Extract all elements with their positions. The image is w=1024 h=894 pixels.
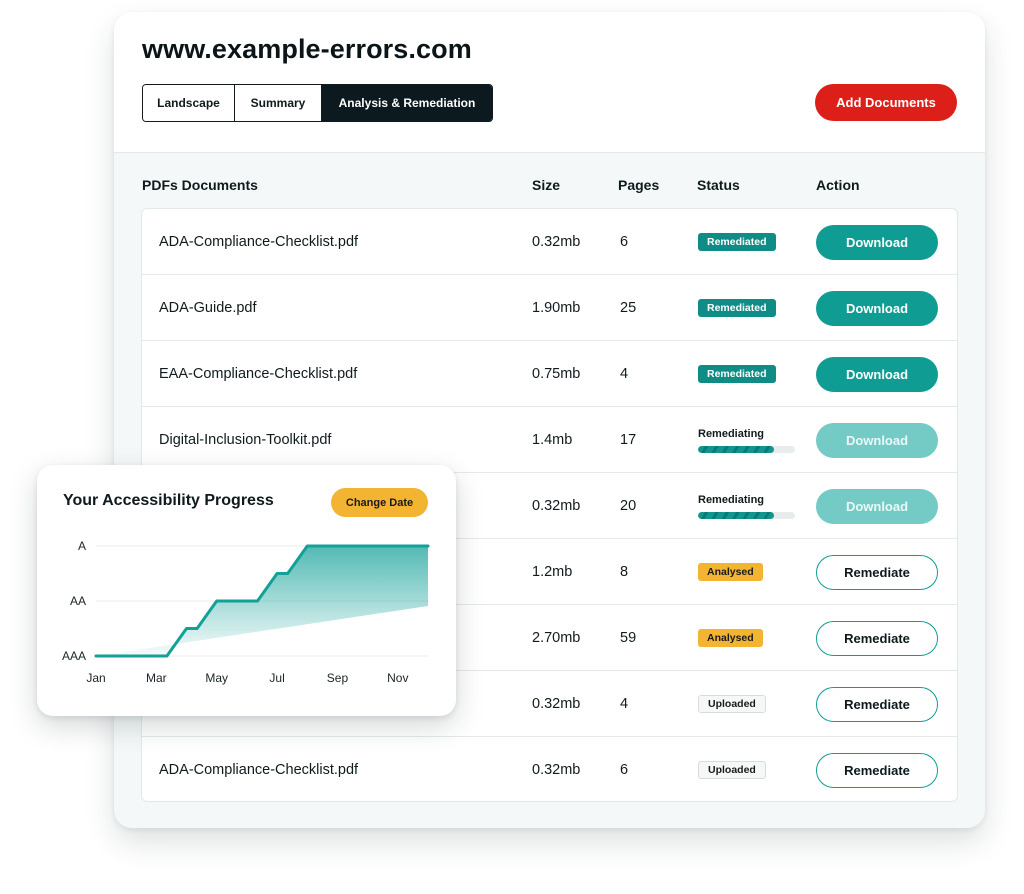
document-name: ADA-Guide.pdf [159, 300, 257, 316]
progress-bar [698, 445, 795, 453]
status-cell: Remediated [698, 209, 776, 275]
document-pages: 4 [620, 696, 629, 712]
document-pages: 4 [620, 366, 629, 382]
remediate-button[interactable]: Remediate [816, 620, 938, 656]
remediate-button[interactable]: Remediate [816, 554, 938, 590]
column-header-pages: Pages [618, 177, 660, 193]
status-cell: Remediating [698, 473, 795, 539]
download-button[interactable]: Download [816, 422, 938, 458]
document-pages: 6 [620, 234, 629, 250]
progress-fill [698, 445, 774, 453]
progress-fill [698, 511, 774, 519]
document-size: 0.32mb [532, 696, 581, 712]
status-badge: Remediated [698, 299, 776, 317]
action-cell: Remediate [816, 737, 938, 801]
status-badge: Analysed [698, 629, 763, 647]
document-pages: 59 [620, 630, 637, 646]
status-badge: Analysed [698, 563, 763, 581]
status-cell: Uploaded [698, 737, 766, 801]
progress-card-title: Your Accessibility Progress [63, 492, 274, 509]
action-cell: Download [816, 473, 938, 539]
status-badge: Remediated [698, 365, 776, 383]
table-row: ADA-Compliance-Checklist.pdf 0.32mb 6 Re… [142, 209, 957, 275]
tab-landscape[interactable]: Landscape [143, 85, 235, 121]
document-name: Digital-Inclusion-Toolkit.pdf [159, 432, 332, 448]
column-header-status: Status [697, 177, 740, 193]
status-cell: Remediated [698, 275, 776, 341]
document-size: 1.90mb [532, 300, 581, 316]
document-size: 1.4mb [532, 432, 573, 448]
action-cell: Remediate [816, 539, 938, 605]
y-tick-label: A [78, 539, 86, 553]
action-cell: Remediate [816, 605, 938, 671]
download-button[interactable]: Download [816, 290, 938, 326]
progress-label: Remediating [698, 493, 765, 506]
status-cell: Analysed [698, 539, 763, 605]
download-button[interactable]: Download [816, 224, 938, 260]
table-row: EAA-Compliance-Checklist.pdf 0.75mb 4 Re… [142, 341, 957, 407]
action-cell: Download [816, 209, 938, 275]
x-tick-label: Mar [146, 671, 167, 685]
status-badge: Uploaded [698, 695, 766, 713]
column-header-action: Action [816, 177, 860, 193]
action-cell: Download [816, 275, 938, 341]
progress-bar [698, 511, 795, 519]
document-name: ADA-Compliance-Checklist.pdf [159, 234, 359, 250]
x-tick-label: Sep [327, 671, 349, 685]
change-date-button[interactable]: Change Date [331, 488, 428, 517]
document-size: 0.32mb [532, 234, 581, 250]
panel-header: www.example-errors.com Landscape Summary… [114, 12, 985, 153]
x-tick-label: Jul [269, 671, 284, 685]
x-tick-label: Jan [86, 671, 105, 685]
document-name: EAA-Compliance-Checklist.pdf [159, 366, 358, 382]
document-size: 2.70mb [532, 630, 581, 646]
remediating-progress: Remediating [698, 428, 795, 453]
column-header-documents: PDFs Documents [142, 177, 258, 193]
action-cell: Remediate [816, 671, 938, 737]
accessibility-progress-card: AAA AA A Jan Mar May Jul Sep Nov Your Accessibi… [37, 465, 456, 716]
status-cell: Remediating [698, 407, 795, 473]
status-cell: Analysed [698, 605, 763, 671]
progress-label: Remediating [698, 427, 765, 440]
y-tick-label: AAA [62, 649, 86, 663]
table-row: Digital-Inclusion-Toolkit.pdf 1.4mb 17 R… [142, 407, 957, 473]
column-header-size: Size [532, 177, 561, 193]
remediate-button[interactable]: Remediate [816, 752, 938, 788]
tab-analysis-remediation[interactable]: Analysis & Remediation [322, 85, 492, 121]
document-pages: 17 [620, 432, 637, 448]
remediate-button[interactable]: Remediate [816, 686, 938, 722]
x-tick-label: Nov [387, 671, 408, 685]
document-size: 0.32mb [532, 498, 581, 514]
status-cell: Remediated [698, 341, 776, 407]
status-cell: Uploaded [698, 671, 766, 737]
document-pages: 8 [620, 564, 629, 580]
document-pages: 20 [620, 498, 637, 514]
action-cell: Download [816, 341, 938, 407]
x-tick-label: May [205, 671, 228, 685]
add-documents-button[interactable]: Add Documents [815, 84, 957, 121]
document-size: 1.2mb [532, 564, 573, 580]
status-badge: Remediated [698, 233, 776, 251]
status-badge: Uploaded [698, 761, 766, 779]
tab-bar: Landscape Summary Analysis & Remediation [142, 84, 493, 122]
document-size: 0.75mb [532, 366, 581, 382]
download-button[interactable]: Download [816, 488, 938, 524]
document-size: 0.32mb [532, 762, 581, 778]
site-title: www.example-errors.com [142, 34, 472, 64]
tab-summary[interactable]: Summary [235, 85, 322, 121]
document-pages: 6 [620, 762, 629, 778]
table-row: ADA-Compliance-Checklist.pdf 0.32mb 6 Up… [142, 737, 957, 801]
remediating-progress: Remediating [698, 494, 795, 519]
document-pages: 25 [620, 300, 637, 316]
document-name: ADA-Compliance-Checklist.pdf [159, 762, 359, 778]
y-tick-label: AA [70, 594, 86, 608]
download-button[interactable]: Download [816, 356, 938, 392]
action-cell: Download [816, 407, 938, 473]
table-row: ADA-Guide.pdf 1.90mb 25 Remediated Downl… [142, 275, 957, 341]
